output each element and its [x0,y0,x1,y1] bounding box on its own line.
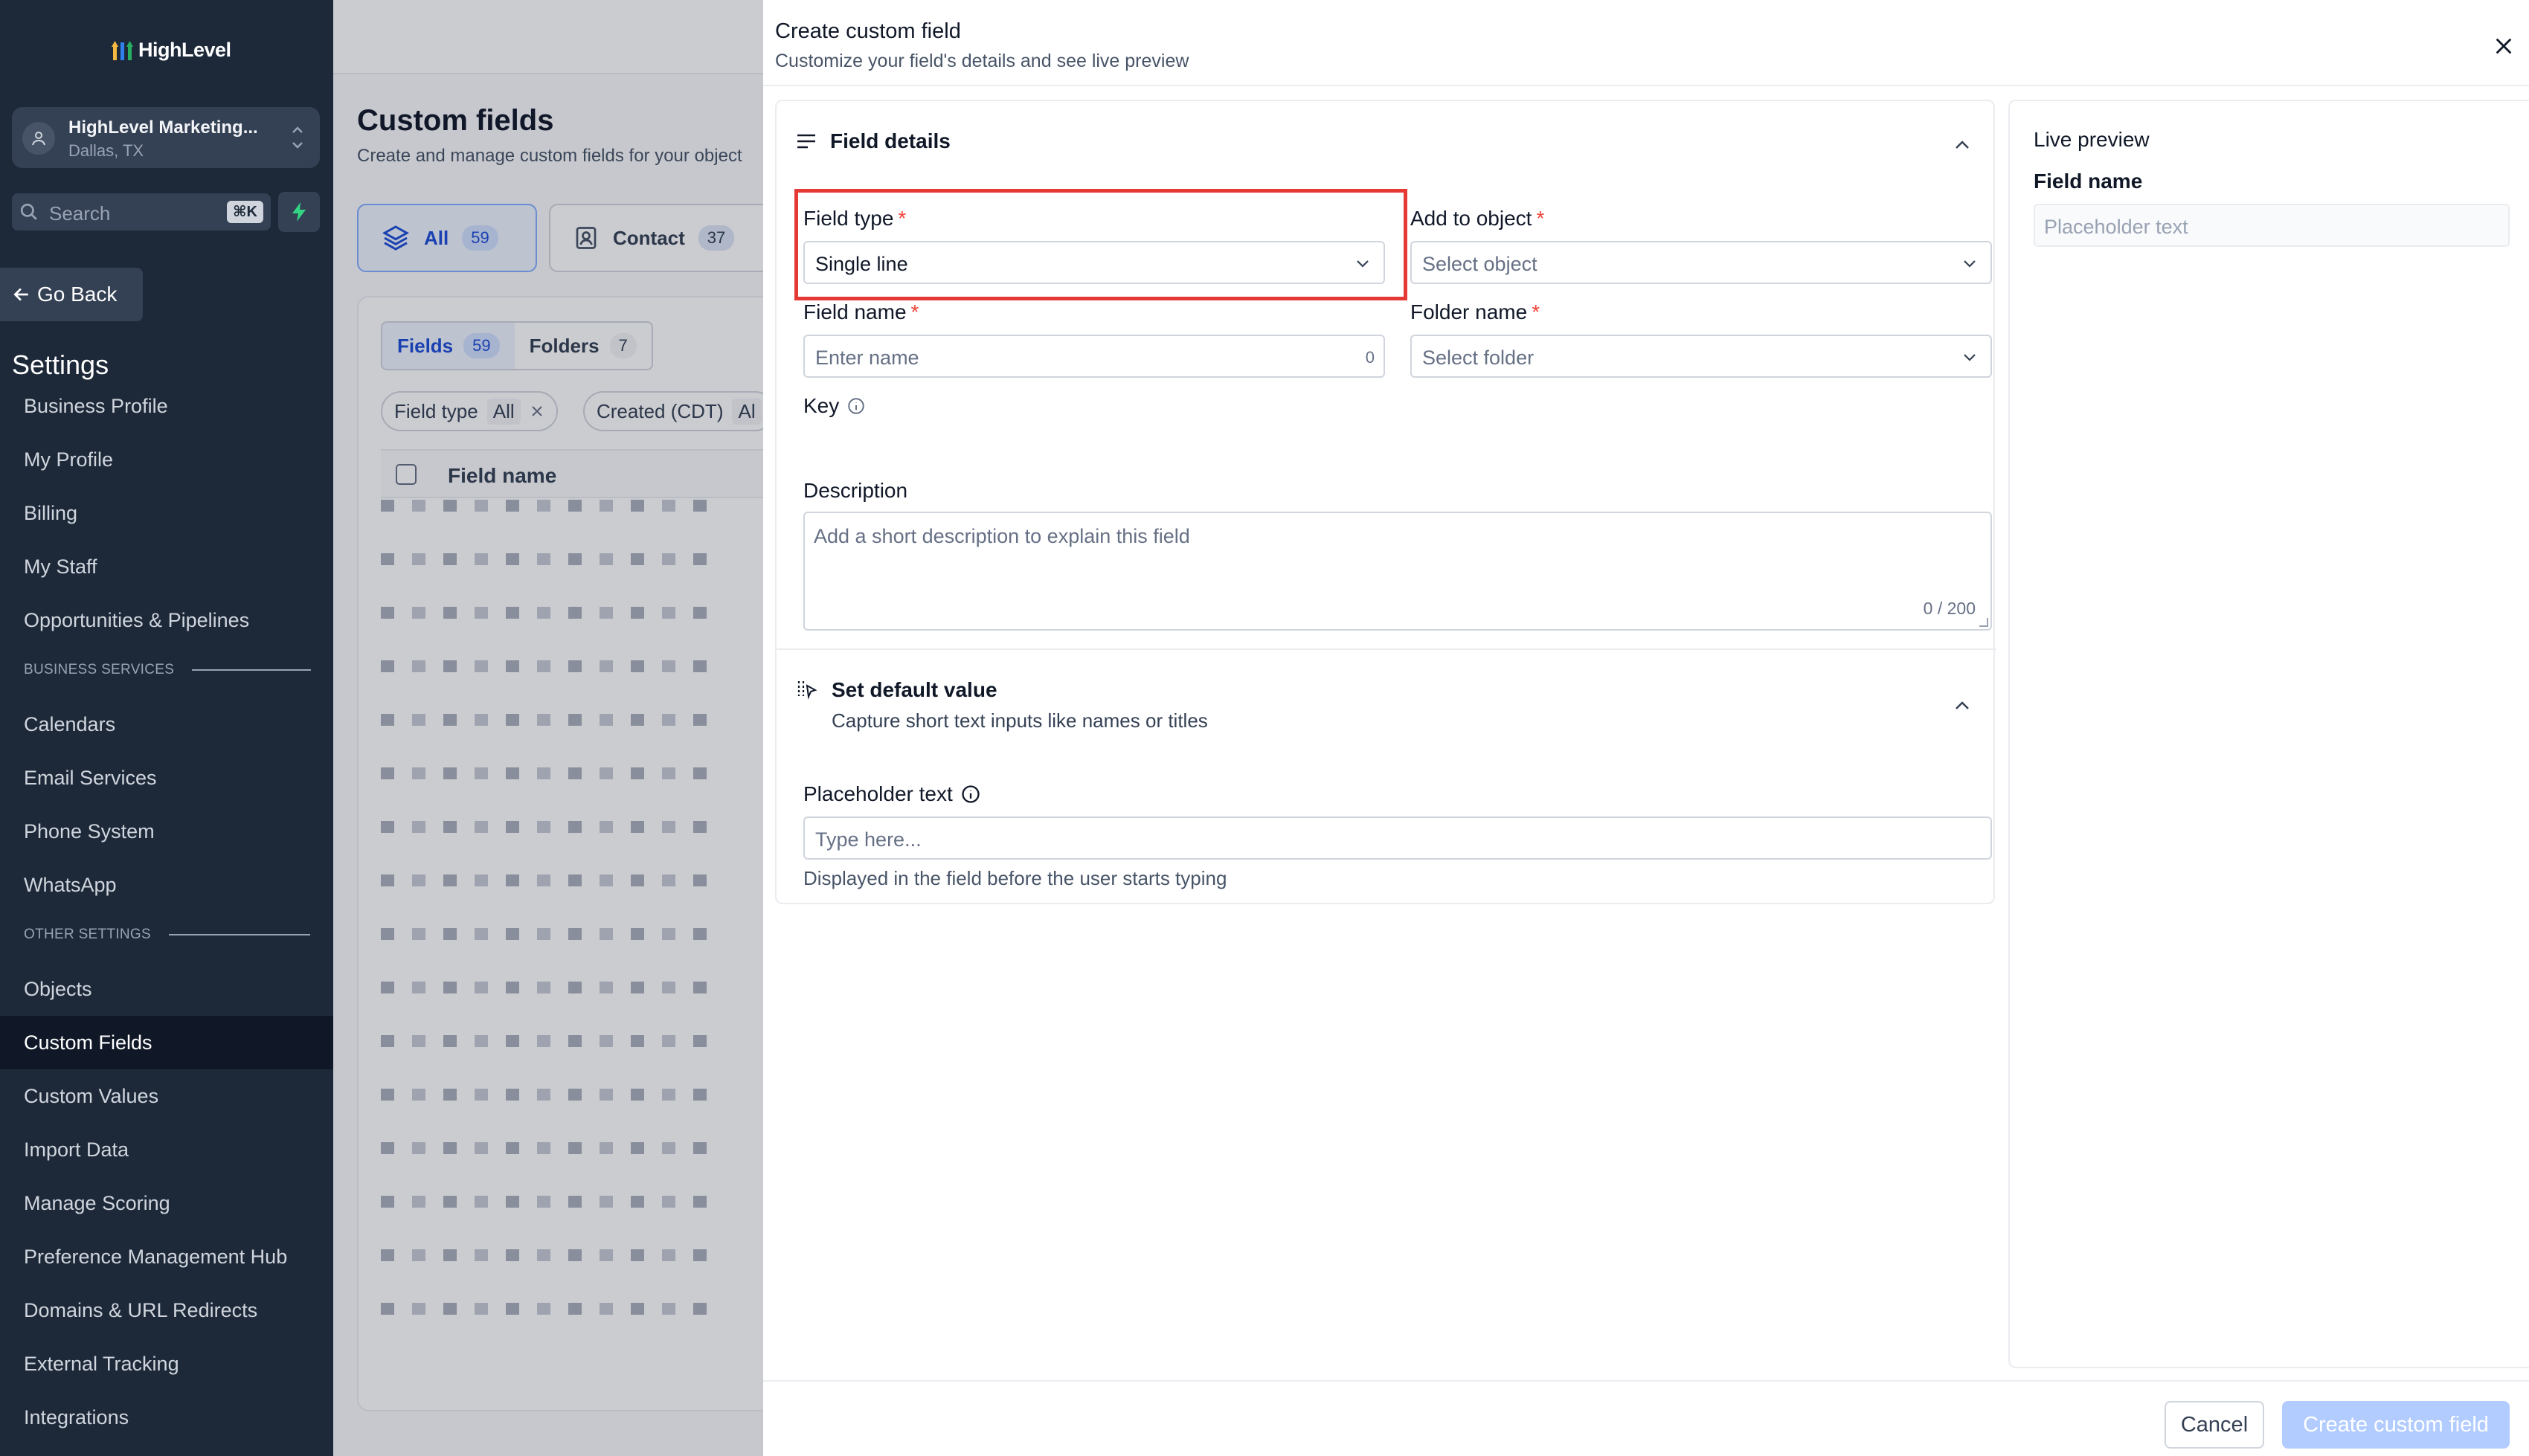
sidebar-item-external-tracking[interactable]: External Tracking [0,1337,333,1391]
sidebar-item-my-staff[interactable]: My Staff [0,540,333,593]
section-other-label: OTHER SETTINGS [24,927,151,942]
sidebar-item-email-services[interactable]: Email Services [0,751,333,805]
text-lines-icon [797,134,815,149]
folder-name-select[interactable]: Select folder [1410,335,1992,378]
create-custom-field-button[interactable]: Create custom field [2282,1401,2510,1449]
chevron-down-icon [1357,260,1369,268]
placeholder-text-input[interactable]: Type here... [803,816,1992,860]
chevron-up-icon[interactable] [1953,138,1971,150]
section-divider [777,648,1996,650]
field-name-placeholder: Enter name [815,347,919,369]
info-icon[interactable] [960,784,981,805]
drawer-footer: Cancel Create custom field [763,1380,2529,1456]
field-type-value: Single line [815,253,908,275]
key-label: Key [803,394,866,418]
preview-input: Placeholder text [2034,204,2510,247]
search-input[interactable]: Search ⌘K [12,193,271,231]
sidebar-item-objects[interactable]: Objects [0,962,333,1016]
chevron-up-down-icon [292,126,303,149]
field-details-header[interactable]: Field details [796,129,951,153]
lightning-icon [292,202,306,222]
placeholder-helper-text: Displayed in the field before the user s… [803,867,1227,889]
sidebar-item-custom-values[interactable]: Custom Values [0,1069,333,1123]
sidebar-item-preference-management-hub[interactable]: Preference Management Hub [0,1230,333,1283]
go-back-label: Go Back [37,283,118,306]
field-name-label: Field name * [803,300,919,323]
sidebar: HighLevel HighLevel Marketing... Dallas,… [0,0,333,1456]
search-shortcut: ⌘K [227,201,263,223]
drawer-divider [763,85,2529,86]
cursor-text-icon [797,681,817,700]
info-icon[interactable] [846,396,866,416]
sidebar-item-my-profile[interactable]: My Profile [0,433,333,486]
close-icon [2496,38,2512,54]
account-switcher[interactable]: HighLevel Marketing... Dallas, TX [12,107,320,168]
quick-actions-button[interactable] [278,192,320,232]
description-char-count: 0 / 200 [1923,599,1976,618]
resize-handle[interactable] [1979,618,1988,627]
search-icon [20,203,37,220]
logo-text: HighLevel [138,39,231,61]
user-icon [22,122,55,155]
arrow-left-icon [13,288,28,301]
sidebar-item-manage-scoring[interactable]: Manage Scoring [0,1176,333,1230]
settings-title: Settings [12,349,109,380]
close-drawer-button[interactable] [2489,31,2519,61]
add-to-object-label: Add to object * [1410,207,1545,230]
folder-name-placeholder: Select folder [1422,347,1535,369]
highlevel-logo[interactable]: HighLevel [112,39,231,62]
folder-name-label: Folder name * [1410,300,1540,323]
sidebar-item-opportunities-pipelines[interactable]: Opportunities & Pipelines [0,593,333,647]
add-to-object-placeholder: Select object [1422,253,1537,275]
section-divider [169,934,310,935]
modal-overlay[interactable] [333,0,765,1456]
section-divider [192,669,312,671]
sidebar-item-integrations[interactable]: Integrations [0,1391,333,1444]
cancel-button[interactable]: Cancel [2165,1401,2264,1449]
placeholder-text-label: Placeholder text [803,782,981,806]
chevron-down-icon [1964,260,1976,268]
description-textarea[interactable]: Add a short description to explain this … [803,512,1992,631]
sidebar-item-domains-url-redirects[interactable]: Domains & URL Redirects [0,1283,333,1337]
account-name: HighLevel Marketing... [68,117,258,138]
field-form-card: Field details Field type * Single line Ad… [775,100,1996,904]
chevron-up-icon[interactable] [1953,699,1971,711]
sidebar-item-business-profile[interactable]: Business Profile [0,379,333,433]
preview-field-label: Field name [2034,170,2143,193]
description-placeholder: Add a short description to explain this … [814,525,1190,547]
account-location: Dallas, TX [68,141,144,160]
create-custom-field-drawer: Create custom field Customize your field… [763,0,2529,1456]
field-type-label: Field type * [803,207,907,230]
chevron-down-icon [1964,354,1976,361]
field-name-input[interactable]: Enter name 0 [803,335,1385,378]
live-preview-title: Live preview [2034,128,2150,151]
preview-placeholder: Placeholder text [2044,216,2188,238]
placeholder-text-placeholder: Type here... [815,828,922,851]
search-placeholder: Search [49,202,111,225]
live-preview-panel: Live preview Field name Placeholder text [2008,100,2529,1368]
field-details-title: Field details [830,129,951,152]
logo-icon [112,40,133,60]
section-business-services: BUSINESS SERVICES [24,662,312,678]
description-label: Description [803,479,908,502]
sidebar-item-import-data[interactable]: Import Data [0,1123,333,1176]
go-back-button[interactable]: Go Back [0,268,143,321]
sidebar-item-billing[interactable]: Billing [0,486,333,540]
drawer-title: Create custom field [775,19,961,43]
default-value-header[interactable]: Set default value Capture short text inp… [796,678,1208,732]
sidebar-item-custom-fields[interactable]: Custom Fields [0,1016,333,1069]
section-business-label: BUSINESS SERVICES [24,662,175,677]
sidebar-item-calendars[interactable]: Calendars [0,698,333,751]
default-value-title: Set default value [832,678,997,701]
add-to-object-select[interactable]: Select object [1410,241,1992,284]
section-other-settings: OTHER SETTINGS [24,927,310,943]
sidebar-item-phone-system[interactable]: Phone System [0,805,333,858]
sidebar-item-whatsapp[interactable]: WhatsApp [0,858,333,912]
drawer-subtitle: Customize your field's details and see l… [775,51,1189,71]
field-name-char-count: 0 [1365,348,1375,367]
field-type-select[interactable]: Single line [803,241,1385,284]
default-value-subtitle: Capture short text inputs like names or … [832,709,1208,732]
